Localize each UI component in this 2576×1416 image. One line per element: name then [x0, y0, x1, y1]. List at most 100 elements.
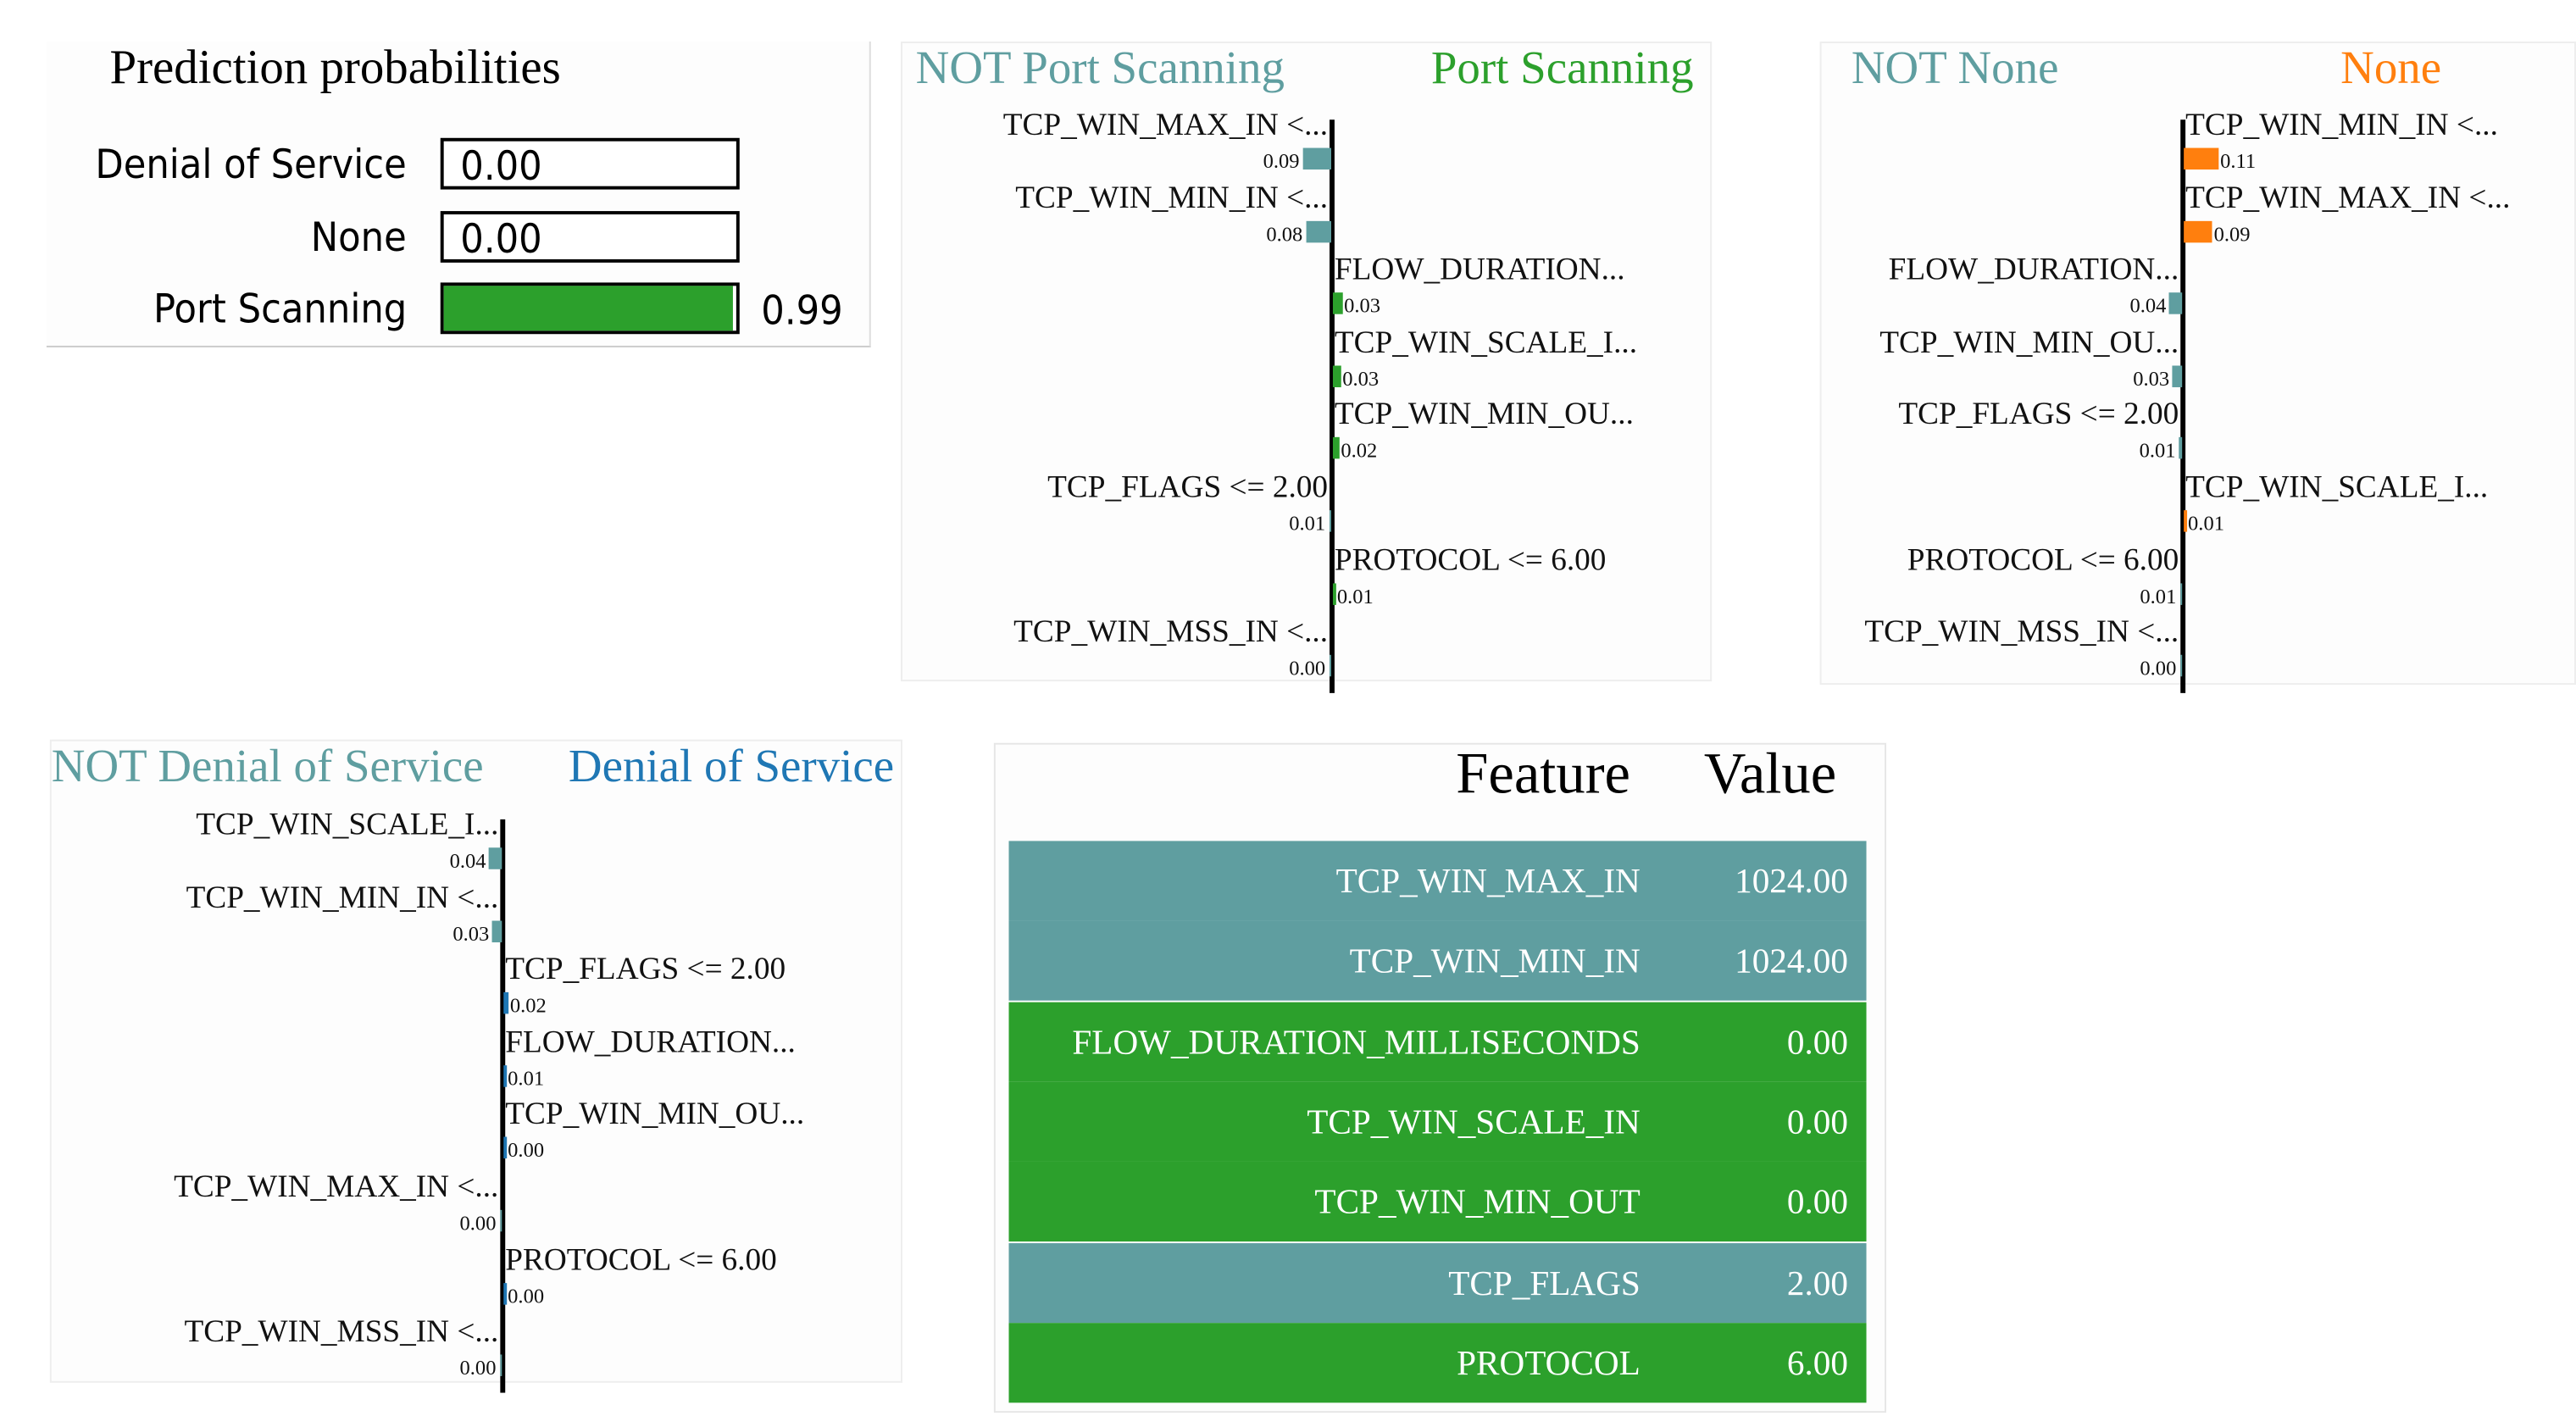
feature-label: PROTOCOL <= 6.00: [1907, 542, 2179, 578]
prediction-probabilities-panel: Prediction probabilities Denial of Servi…: [46, 42, 871, 347]
negative-class-header: NOT Port Scanning: [915, 42, 1285, 95]
feature-value: 0.00: [1786, 1021, 1848, 1062]
probability-bar: [440, 282, 740, 335]
feature-bar: [503, 1064, 507, 1087]
table-row: PROTOCOL 6.00: [1008, 1322, 1867, 1402]
feature-bar: [2179, 437, 2183, 460]
feature-value: 0.02: [509, 994, 547, 1018]
class-label: Port Scanning: [153, 286, 408, 333]
feature-label: TCP_WIN_MAX_IN <...: [174, 1169, 499, 1205]
feature-value: 0.03: [1342, 367, 1380, 391]
feature-label: FLOW_DURATION...: [1334, 253, 1625, 288]
feature-bar: [2184, 510, 2187, 532]
feature-label: TCP_WIN_MIN_OU...: [1879, 325, 2179, 361]
feature-value: 2.00: [1786, 1262, 1848, 1302]
feature-value: 0.09: [2213, 222, 2251, 246]
feature-value: 0.11: [2220, 149, 2257, 173]
probability-bar: 0.00: [440, 137, 740, 190]
feature-label: TCP_WIN_SCALE_I...: [196, 808, 499, 843]
probability-bar-fill: [443, 286, 734, 331]
positive-class-header: Port Scanning: [1430, 42, 1694, 95]
feature-bar: [2173, 365, 2183, 387]
feature-label: TCP_FLAGS <= 2.00: [505, 952, 786, 988]
feature-value: 0.04: [2129, 294, 2167, 318]
feature-name: PROTOCOL: [1457, 1342, 1641, 1383]
feature-bar: [2184, 147, 2219, 170]
feature-label: FLOW_DURATION...: [1888, 253, 2179, 288]
feature-label: TCP_WIN_MIN_IN <...: [2185, 108, 2498, 143]
port-scanning-explanation-chart: NOT Port Scanning Port Scanning TCP_WIN_MA…: [901, 42, 1713, 693]
feature-name: TCP_WIN_SCALE_IN: [1307, 1102, 1641, 1142]
feature-bar: [1329, 510, 1332, 532]
probability-row: None 0.00: [47, 210, 869, 267]
feature-label: FLOW_DURATION...: [505, 1025, 796, 1060]
none-explanation-chart: NOT None None TCP_WIN_MIN_IN <... 0.11 TCP_W…: [1819, 42, 2576, 693]
feature-value: 0.01: [508, 1066, 545, 1091]
table-row: TCP_FLAGS 2.00: [1008, 1242, 1867, 1323]
feature-label: TCP_WIN_MIN_OU...: [1334, 397, 1634, 433]
probability-value: 0.00: [460, 142, 542, 190]
feature-bar: [1332, 365, 1341, 387]
class-label: None: [311, 214, 408, 260]
probability-value: 0.00: [460, 214, 542, 262]
feature-bar: [489, 847, 502, 869]
feature-label: TCP_WIN_MAX_IN <...: [2185, 180, 2511, 216]
feature-value: 0.01: [1289, 512, 1326, 536]
feature-label: TCP_WIN_MSS_IN <...: [184, 1314, 499, 1350]
feature-label: TCP_WIN_MIN_OU...: [505, 1097, 805, 1133]
feature-value: 1024.00: [1735, 860, 1848, 902]
feature-value: 0.00: [459, 1356, 497, 1380]
feature-bar: [503, 1282, 507, 1304]
feature-value: 0.00: [459, 1211, 497, 1236]
feature-label: TCP_WIN_MSS_IN <...: [1864, 615, 2179, 651]
feature-bar: [2179, 655, 2183, 677]
feature-bar: [1332, 437, 1340, 460]
feature-name: TCP_WIN_MIN_IN: [1349, 941, 1641, 981]
feature-label: TCP_WIN_MSS_IN <...: [1013, 615, 1329, 651]
feature-bar: [492, 919, 502, 942]
feature-label: TCP_WIN_MIN_IN <...: [186, 880, 499, 915]
feature-value: 0.01: [1336, 584, 1374, 608]
feature-name: TCP_FLAGS: [1448, 1262, 1641, 1302]
feature-value: 0.00: [2140, 657, 2177, 680]
feature-bar: [1306, 220, 1331, 242]
feature-label: TCP_WIN_MIN_IN <...: [1015, 180, 1329, 216]
feature-bar: [2184, 220, 2212, 242]
negative-class-header: NOT None: [1851, 42, 2059, 95]
prediction-title: Prediction probabilities: [109, 42, 561, 95]
feature-bar: [2179, 582, 2183, 605]
feature-value: 0.00: [1786, 1102, 1848, 1142]
feature-value: 0.02: [1341, 439, 1378, 464]
denial-of-service-explanation-chart: NOT Denial of Service Denial of Service TC…: [49, 739, 902, 1393]
table-row: TCP_WIN_MIN_OUT 0.00: [1008, 1162, 1867, 1242]
feature-value: 0.09: [1263, 149, 1300, 173]
feature-value: 0.03: [1344, 294, 1380, 318]
class-label: Denial of Service: [96, 141, 408, 188]
feature-bar: [503, 992, 508, 1014]
probability-bar: 0.00: [440, 210, 740, 262]
feature-label: TCP_FLAGS <= 2.00: [1047, 470, 1329, 506]
feature-value-table: Feature Value TCP_WIN_MAX_IN 1024.00 TCP_W…: [993, 741, 1887, 1413]
feature-name: TCP_WIN_MIN_OUT: [1314, 1181, 1641, 1222]
feature-value: 6.00: [1786, 1342, 1848, 1383]
probability-row: Port Scanning 0.99: [47, 282, 869, 339]
table-row: TCP_WIN_SCALE_IN 0.00: [1008, 1081, 1867, 1162]
feature-bar: [1302, 147, 1331, 170]
feature-bar: [1332, 582, 1335, 605]
feature-value: 0.03: [452, 921, 490, 946]
feature-value: 0.00: [508, 1139, 545, 1163]
negative-class-header: NOT Denial of Service: [51, 741, 484, 793]
feature-label: TCP_WIN_SCALE_I...: [1334, 325, 1638, 361]
feature-bar: [499, 1209, 502, 1232]
positive-class-header: Denial of Service: [568, 741, 895, 793]
feature-bar: [503, 1137, 507, 1159]
feature-bar: [499, 1354, 502, 1377]
feature-value: 0.08: [1266, 222, 1303, 246]
table-row: TCP_WIN_MAX_IN 1024.00: [1008, 841, 1867, 921]
feature-value: 0.00: [1786, 1181, 1848, 1222]
feature-bar: [1329, 655, 1332, 677]
feature-value: 0.04: [449, 849, 486, 873]
feature-label: TCP_FLAGS <= 2.00: [1898, 397, 2179, 433]
feature-label: TCP_WIN_MAX_IN <...: [1002, 108, 1329, 143]
positive-class-header: None: [2340, 42, 2442, 95]
